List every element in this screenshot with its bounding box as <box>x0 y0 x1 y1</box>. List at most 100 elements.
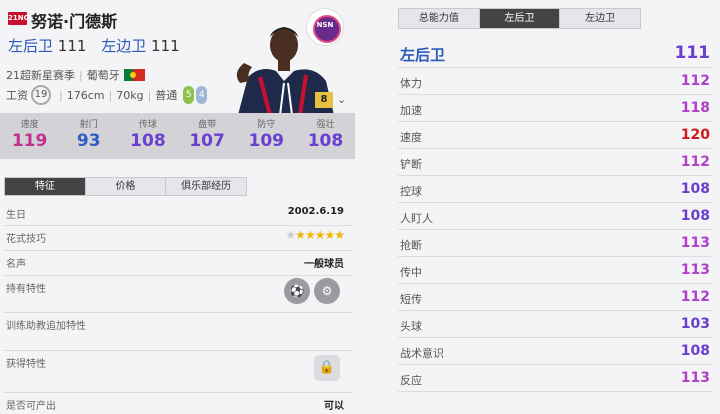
attribute-value: 113 <box>680 235 710 251</box>
attribute-label: 加速 <box>400 104 422 117</box>
attribute-value: 113 <box>680 370 710 386</box>
tab-overall[interactable]: 总能力值 <box>399 9 479 28</box>
attribute-header: 左后卫 111 <box>398 40 712 68</box>
position-value: 111 <box>151 37 180 55</box>
attribute-label: 铲断 <box>400 158 422 171</box>
wage-value: 19 <box>31 85 51 105</box>
trait-icon[interactable]: ⚙ <box>314 278 340 304</box>
attribute-row: 人盯人 108 <box>398 203 712 230</box>
body-type: 普通 <box>155 89 178 102</box>
star-filled-icon: ★ <box>314 228 326 242</box>
position-ratings: 左后卫 111 左边卫 111 <box>8 35 190 56</box>
position-name: 左后卫 <box>8 37 54 55</box>
summary-stat: 防守 109 <box>237 113 296 159</box>
tab-club-history[interactable]: 俱乐部经历 <box>165 178 247 195</box>
attribute-row: 头球 103 <box>398 311 712 338</box>
attribute-row: 传中 113 <box>398 257 712 284</box>
summary-stat: 速度 119 <box>0 113 59 159</box>
attribute-row: 加速 118 <box>398 95 712 122</box>
right-foot-badge: 4 <box>196 86 208 104</box>
acquired-traits-row: 获得特性 🔒 <box>4 351 352 393</box>
star-filled-icon: ★ <box>324 228 335 242</box>
season-badge: 21NG <box>8 12 29 25</box>
attribute-row: 体力 112 <box>398 68 712 95</box>
attribute-label: 反应 <box>400 374 422 387</box>
reputation-value: 一般球员 <box>304 259 344 270</box>
left-foot-badge: 5 <box>183 86 195 104</box>
attribute-value: 108 <box>680 208 710 224</box>
position-name: 左边卫 <box>101 37 147 55</box>
player-meta-row: 21超新星赛季 | 葡萄牙 <box>6 67 145 83</box>
summary-stat-label: 盘带 <box>198 120 217 130</box>
player-info-panel: 21NG 努诺·门德斯 左后卫 111 左边卫 111 21超新星赛季 | 葡萄… <box>0 0 356 414</box>
season-name: 21超新星赛季 <box>6 69 75 82</box>
attribute-row: 抢断 113 <box>398 230 712 257</box>
tab-left-wing-back[interactable]: 左边卫 <box>559 9 641 28</box>
height: 176cm <box>66 88 105 102</box>
tab-features[interactable]: 特征 <box>5 178 85 195</box>
player-body-row: 工资 19 | 176cm | 70kg | 普通 5 4 <box>6 85 208 105</box>
star-filled-icon: ★ <box>304 228 316 242</box>
skill-moves-stars: ★★★★★★ <box>285 228 345 242</box>
reputation-label: 名声 <box>6 259 26 270</box>
attribute-label: 头球 <box>400 320 422 333</box>
attribute-row: 控球 108 <box>398 176 712 203</box>
attribute-row: 战术意识 108 <box>398 338 712 365</box>
sellable-value: 可以 <box>324 401 344 412</box>
trait-icon[interactable]: ⚽ <box>284 278 310 304</box>
wage-label: 工资 <box>6 89 28 102</box>
summary-stat: 传球 108 <box>118 113 177 159</box>
attribute-label: 传中 <box>400 266 422 279</box>
nationality: 葡萄牙 <box>86 69 120 82</box>
weight: 70kg <box>116 88 144 102</box>
divider: | <box>147 88 152 102</box>
summary-stat-label: 速度 <box>20 120 39 130</box>
summary-stat-value: 93 <box>76 131 101 151</box>
info-tabs: 特征 价格 俱乐部经历 <box>4 177 247 196</box>
attribute-row: 速度 120 <box>398 122 712 149</box>
tab-left-back[interactable]: 左后卫 <box>478 9 560 28</box>
attribute-value: 108 <box>680 343 710 359</box>
club-logo: NSN <box>306 8 344 46</box>
attribute-row: 铲断 112 <box>398 149 712 176</box>
birthday-label: 生日 <box>6 210 26 221</box>
attribute-value: 112 <box>680 73 710 89</box>
reputation-row: 名声 一般球员 <box>4 251 352 276</box>
attribute-label: 速度 <box>400 131 422 144</box>
attribute-label: 人盯人 <box>400 212 433 225</box>
summary-stat-label: 防守 <box>257 120 276 130</box>
attribute-value: 120 <box>680 127 710 143</box>
summary-stat-label: 强壮 <box>316 120 335 130</box>
attribute-row: 短传 112 <box>398 284 712 311</box>
divider: | <box>108 88 113 102</box>
summary-stat: 射门 93 <box>59 113 118 159</box>
summary-stat-label: 射门 <box>79 120 98 130</box>
summary-stat-value: 108 <box>307 131 344 151</box>
summary-stat: 盘带 107 <box>178 113 237 159</box>
star-filled-icon: ★ <box>295 228 306 242</box>
divider: | <box>59 88 63 102</box>
portugal-flag-icon <box>123 69 145 81</box>
attribute-label: 体力 <box>400 77 422 90</box>
tab-price[interactable]: 价格 <box>84 178 166 195</box>
attribute-label: 战术意识 <box>400 347 444 360</box>
summary-stat-value: 108 <box>130 131 166 151</box>
attribute-value: 108 <box>680 181 710 197</box>
position-value: 111 <box>57 37 87 55</box>
divider: | <box>79 68 83 82</box>
star-empty-icon: ★ <box>285 228 296 242</box>
summary-stat-label: 传球 <box>138 120 157 130</box>
attribute-value: 118 <box>680 100 710 116</box>
sellable-row: 是否可产出 可以 <box>4 393 352 414</box>
acquired-traits-label: 获得特性 <box>6 359 46 370</box>
sellable-label: 是否可产出 <box>6 401 56 412</box>
chevron-down-icon[interactable]: ⌄ <box>337 93 346 106</box>
lock-icon: 🔒 <box>314 355 340 381</box>
birthday-value: 2002.6.19 <box>287 206 344 217</box>
attribute-value: 113 <box>680 262 710 278</box>
attribute-label: 抢断 <box>400 239 422 252</box>
birthday-row: 生日 2002.6.19 <box>4 202 352 226</box>
attribute-header-value: 111 <box>674 43 711 63</box>
attribute-value: 103 <box>680 316 710 332</box>
attribute-label: 控球 <box>400 185 422 198</box>
